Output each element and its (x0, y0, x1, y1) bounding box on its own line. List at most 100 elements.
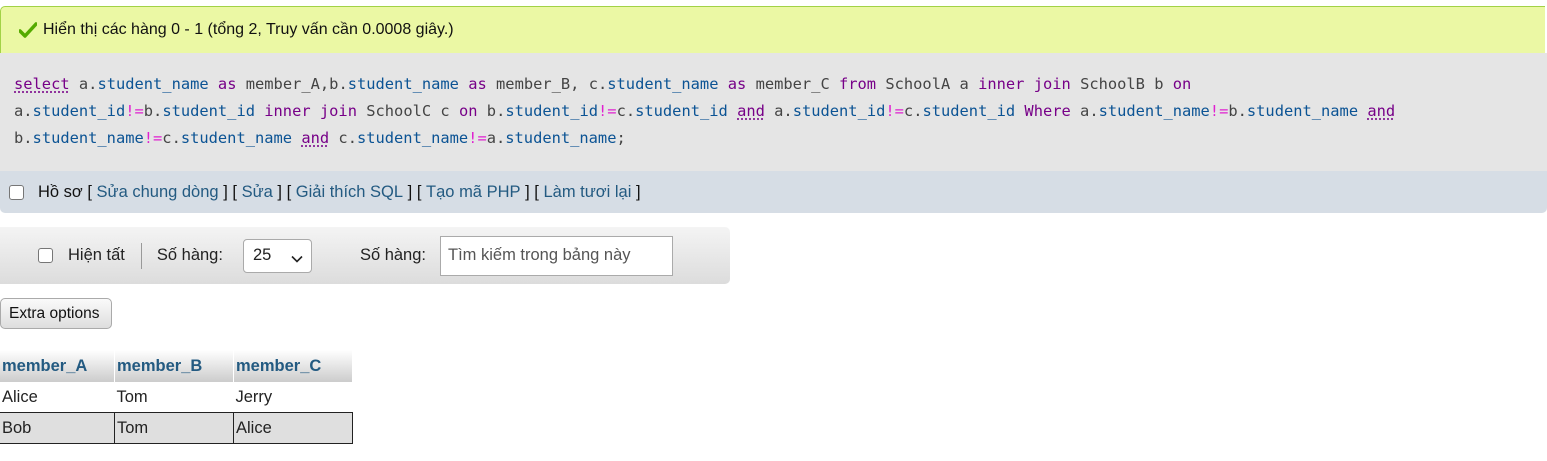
explain-sql-link[interactable]: Giải thích SQL (296, 183, 403, 202)
sql-col: student_id (32, 102, 126, 120)
sql-kw: Where (1024, 102, 1071, 120)
sql-token: SchoolB (1080, 75, 1145, 93)
sql-token: a (959, 75, 969, 93)
bracket: [ (232, 182, 237, 201)
sql-token: c. (338, 129, 357, 147)
sql-token: b. (486, 102, 506, 120)
rows-label: Số hàng: (156, 246, 223, 264)
sql-kw: and (1367, 102, 1396, 120)
table-row[interactable]: Bob Tom Alice (0, 412, 353, 444)
sql-kw: and (301, 129, 330, 147)
sql-token: SchoolC (366, 102, 432, 120)
sql-col: student_name (32, 129, 144, 147)
sql-kw: as (727, 75, 747, 93)
divider (140, 242, 142, 269)
table-cell: Alice (0, 382, 115, 413)
column-header[interactable]: member_C (233, 350, 353, 382)
sql-col: student_name (1098, 102, 1210, 120)
table-cell: Tom (114, 412, 234, 444)
bracket: ] (635, 182, 641, 201)
bracket: ] (223, 182, 228, 201)
sql-token: SchoolA (885, 75, 951, 93)
sql-col: student_name (356, 129, 469, 147)
sql-token: member_B (496, 75, 571, 93)
sql-col: student_name (347, 75, 459, 93)
bracket: [ (416, 182, 422, 201)
sql-token: a. (14, 102, 33, 120)
sql-kw: join (319, 102, 357, 120)
table-navigation: Hiện tất Số hàng: 25 Số hàng: (0, 227, 730, 284)
extra-options-button[interactable]: Extra options (0, 298, 112, 329)
table-header-row: member_A member_B member_C (0, 350, 353, 382)
sql-kw: on (1172, 75, 1192, 93)
sql-token: , (570, 75, 589, 93)
refresh-link[interactable]: Làm tươi lại (543, 183, 631, 202)
sql-col: student_name (1246, 102, 1359, 120)
sql-token: , (319, 75, 330, 93)
bracket: ] (407, 182, 413, 201)
table-cell: Alice (233, 412, 353, 444)
show-all-label: Hiện tất (68, 246, 125, 264)
sql-token: ; (616, 129, 626, 147)
sql-col: student_id (922, 102, 1016, 120)
sql-op: != (598, 102, 617, 120)
sql-col: student_name (97, 75, 209, 93)
result-table: member_A member_B member_C Alice Tom Jer… (0, 350, 353, 444)
bracket: ] (277, 182, 282, 201)
query-toolbar: Hồ sơ [ Sửa chung dòng ] [ Sửa ] [ Giải … (0, 171, 1547, 213)
edit-link[interactable]: Sửa (242, 183, 273, 202)
column-header[interactable]: member_A (0, 350, 115, 382)
sql-token: a. (1080, 102, 1099, 120)
sql-col: student_id (505, 102, 599, 120)
sql-kw: as (217, 75, 237, 93)
sql-token: a. (486, 129, 506, 147)
bracket: [ (286, 182, 292, 201)
sql-token: b (1154, 75, 1164, 93)
sql-kw: select (14, 75, 70, 93)
bracket: [ (87, 182, 92, 201)
sql-op: != (468, 129, 487, 147)
table-cell: Jerry (233, 382, 353, 413)
sql-kw: inner (264, 102, 311, 120)
sql-kw: and (737, 102, 765, 120)
profile-checkbox[interactable] (9, 184, 24, 200)
inline-edit-link[interactable]: Sửa chung dòng (97, 183, 219, 202)
sql-col: student_name (180, 129, 293, 147)
table-cell: Tom (114, 382, 234, 413)
create-php-code-link[interactable]: Tạo mã PHP (426, 183, 520, 202)
sql-op: != (1209, 102, 1229, 120)
sql-token: c. (616, 102, 636, 120)
sql-kw: on (458, 102, 478, 120)
sql-kw: join (1033, 75, 1071, 93)
bracket: ] (525, 182, 530, 201)
sql-token: member_C (755, 75, 830, 93)
column-header[interactable]: member_B (114, 350, 234, 382)
table-search-input[interactable] (440, 235, 673, 276)
sql-token: b. (143, 102, 163, 120)
rows-per-page-select[interactable]: 25 (242, 238, 312, 273)
sql-token: b. (1228, 102, 1247, 120)
sql-kw: from (839, 75, 877, 93)
sql-kw: inner (978, 75, 1025, 93)
sql-kw: as (468, 75, 487, 93)
sql-op: != (143, 129, 163, 147)
sql-token: b. (329, 75, 348, 93)
sql-token: a. (78, 75, 98, 93)
table-cell: Bob (0, 412, 115, 444)
sql-token: c. (588, 75, 608, 93)
show-all-checkbox[interactable] (38, 248, 53, 263)
success-message: Hiển thị các hàng 0 - 1 (tổng 2, Truy vấ… (43, 21, 454, 38)
success-message-bar: Hiển thị các hàng 0 - 1 (tổng 2, Truy vấ… (0, 6, 1545, 53)
sql-col: student_id (162, 102, 255, 120)
chevron-down-icon (291, 251, 303, 263)
sql-token: c. (162, 129, 181, 147)
bracket: [ (534, 182, 539, 201)
check-icon (18, 22, 38, 38)
sql-token: c (440, 102, 450, 120)
sql-query-box: select a.student_name as member_A,b.stud… (0, 53, 1547, 171)
sql-col: student_name (505, 129, 617, 147)
table-row[interactable]: Alice Tom Jerry (0, 382, 353, 413)
sql-token: c. (903, 102, 923, 120)
sql-op: != (125, 102, 144, 120)
filter-rows-label: Số hàng: (359, 246, 426, 264)
